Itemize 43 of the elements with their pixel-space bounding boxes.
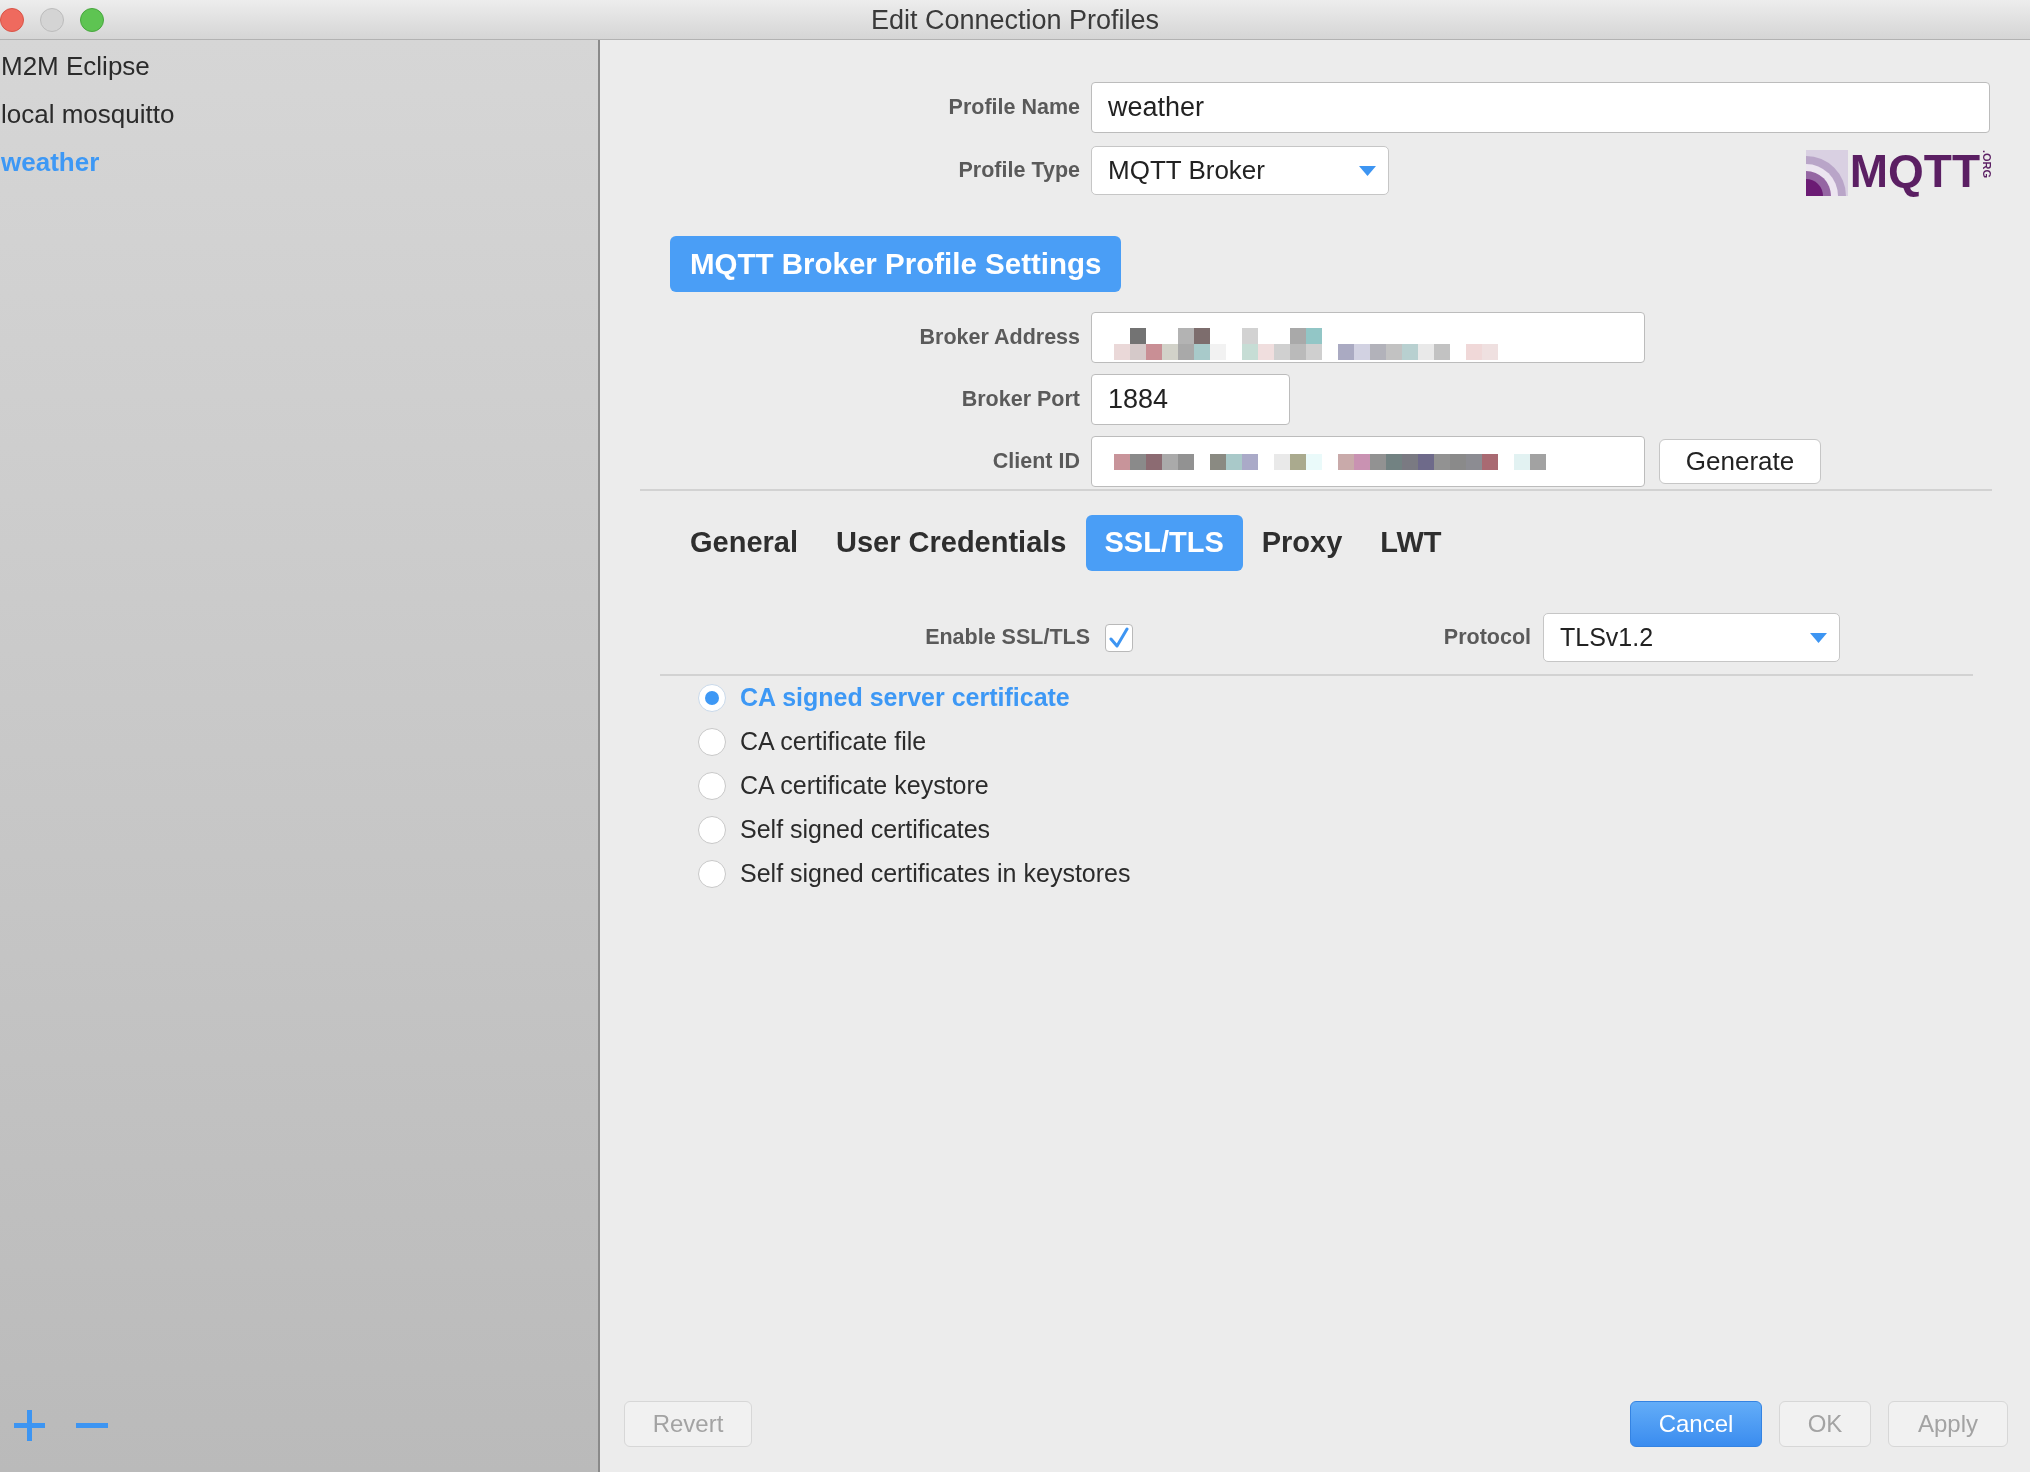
- profile-type-dropdown[interactable]: MQTT Broker: [1091, 146, 1389, 195]
- tab[interactable]: User Credentials: [817, 515, 1086, 571]
- protocol-dropdown[interactable]: TLSv1.2: [1543, 613, 1840, 662]
- logo-wordmark: MQTT: [1849, 145, 1980, 196]
- radio-label: CA certificate file: [740, 726, 927, 758]
- profile-name-field[interactable]: weather: [1091, 82, 1990, 133]
- radio-label: CA certificate keystore: [740, 770, 989, 802]
- field-label: Protocol: [1443, 624, 1531, 652]
- generate-button[interactable]: Generate: [1659, 439, 1821, 484]
- caret-icon: [1359, 165, 1376, 176]
- plus-icon[interactable]: [14, 1410, 45, 1441]
- field-label: Enable SSL/TLS: [925, 624, 1090, 652]
- caret-icon: [1810, 632, 1827, 643]
- tab[interactable]: Proxy: [1242, 515, 1362, 571]
- logo-suffix: .ORG: [1981, 149, 1992, 178]
- window-title: Edit Connection Profiles: [870, 4, 1160, 37]
- checkbox[interactable]: [1105, 623, 1133, 652]
- radio-label: Self signed certificates: [740, 814, 991, 846]
- checkmark-icon: [1109, 626, 1129, 649]
- tab[interactable]: General: [671, 515, 817, 571]
- sidebar-item[interactable]: local mosquitto: [0, 90, 175, 138]
- radio-button[interactable]: [698, 772, 726, 800]
- field-label: Client ID: [992, 448, 1080, 476]
- field-label: Profile Name: [948, 94, 1080, 122]
- input-field[interactable]: [1091, 312, 1645, 363]
- field-label: Broker Address: [919, 324, 1080, 352]
- field-label: Profile Type: [958, 157, 1080, 185]
- signal-arcs-icon: [1805, 149, 1848, 196]
- broker-port-field[interactable]: 1884: [1091, 374, 1290, 425]
- radio-button[interactable]: [698, 728, 726, 756]
- sidebar-item[interactable]: M2M Eclipse: [0, 42, 150, 90]
- input-field[interactable]: [1091, 436, 1645, 487]
- radio-label: Self signed certificates in keystores: [740, 858, 1131, 890]
- radio-button[interactable]: [698, 684, 726, 712]
- tab[interactable]: LWT: [1361, 515, 1461, 571]
- radio-button[interactable]: [698, 816, 726, 844]
- field-label: Broker Port: [961, 386, 1080, 414]
- window-close-button[interactable]: [0, 8, 24, 33]
- section-heading: MQTT Broker Profile Settings: [670, 236, 1122, 292]
- minus-icon[interactable]: [76, 1423, 108, 1428]
- radio-label: CA signed server certificate: [740, 682, 1070, 714]
- radio-button[interactable]: [698, 860, 726, 888]
- window-zoom-button[interactable]: [80, 8, 104, 33]
